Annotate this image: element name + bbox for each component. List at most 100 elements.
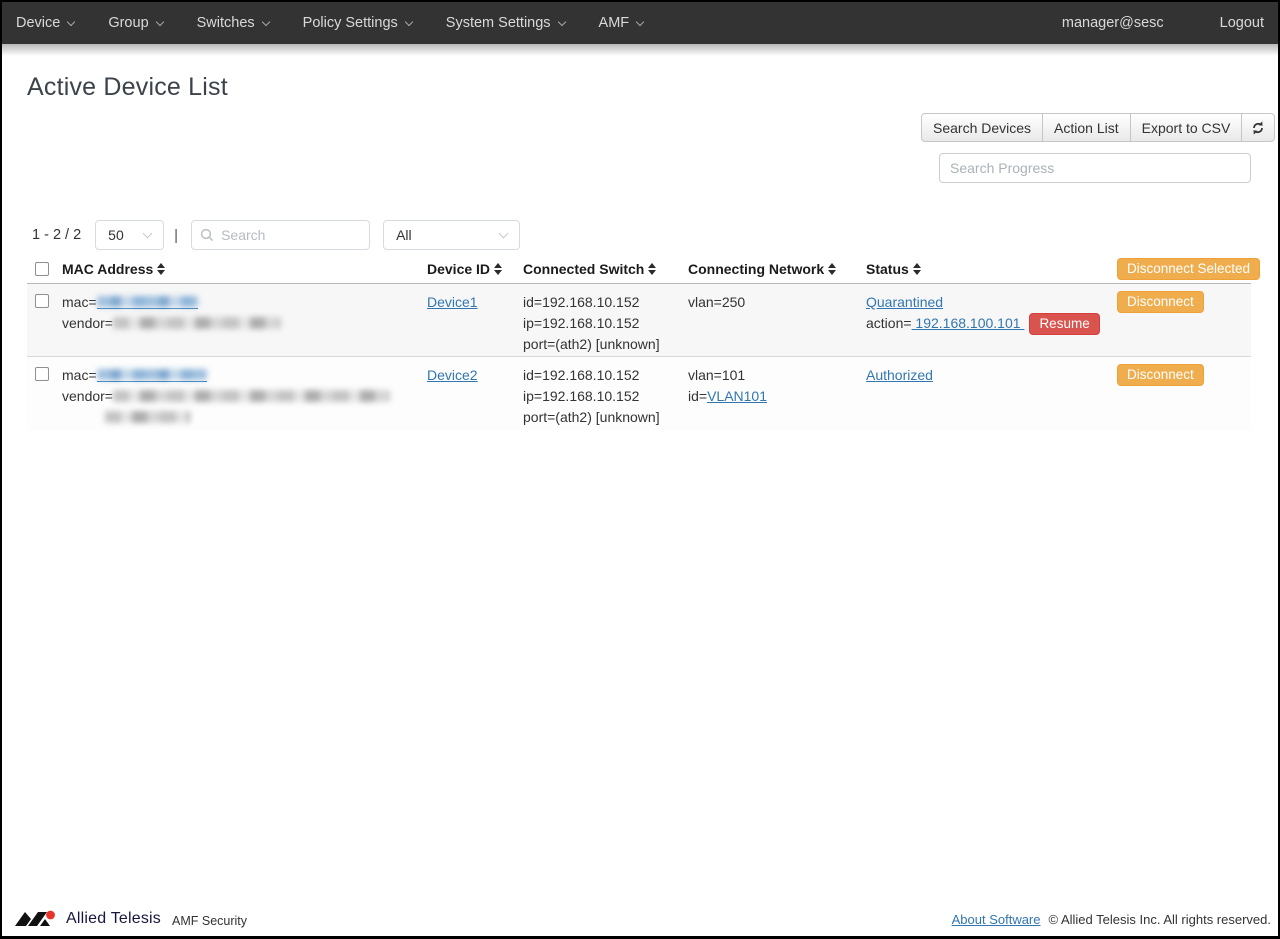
nav-item-label: System Settings — [446, 15, 551, 31]
about-software-link[interactable]: About Software — [952, 912, 1041, 927]
search-progress-input[interactable] — [939, 153, 1251, 183]
col-label: MAC Address — [62, 261, 153, 277]
nav-item-device[interactable]: Device — [16, 15, 74, 31]
nav-item-group[interactable]: Group — [108, 15, 162, 31]
device-link[interactable]: Device2 — [427, 367, 478, 383]
list-controls: 1 - 2 / 2 50 | All — [27, 220, 1251, 250]
col-header-connected-switch[interactable]: Connected Switch — [523, 261, 688, 277]
page-footer: Allied Telesis AMF Security About Softwa… — [2, 904, 1278, 936]
device-link[interactable]: Device1 — [427, 294, 478, 310]
copyright-text: © Allied Telesis Inc. All rights reserve… — [1049, 912, 1272, 927]
page-size-value: 50 — [108, 227, 124, 243]
status-filter-value: All — [396, 227, 412, 243]
export-to-csv-button[interactable]: Export to CSV — [1130, 113, 1243, 142]
device-id-cell: Device2 — [427, 357, 523, 386]
pagination-range: 1 - 2 / 2 — [32, 227, 81, 243]
network-vlan: vlan=250 — [688, 292, 866, 313]
top-navbar: Device Group Switches Policy Settings Sy… — [2, 2, 1278, 44]
col-header-device-id[interactable]: Device ID — [427, 261, 523, 277]
refresh-icon — [1250, 120, 1266, 136]
col-label: Connecting Network — [688, 261, 824, 277]
search-progress-wrap — [921, 153, 1251, 183]
mac-address-cell: mac= vendor= — [62, 284, 427, 334]
table-row: mac= vendor= Device1 id=192.168.10.152 i… — [27, 284, 1251, 357]
chevron-down-icon — [499, 229, 509, 239]
search-icon — [200, 228, 214, 242]
col-header-connecting-network[interactable]: Connecting Network — [688, 261, 866, 277]
connected-switch-cell: id=192.168.10.152 ip=192.168.10.152 port… — [523, 284, 688, 355]
device-id-cell: Device1 — [427, 284, 523, 313]
user-account[interactable]: manager@sesc — [1062, 15, 1164, 31]
active-device-table: MAC Address Device ID Connected Switch C… — [27, 255, 1251, 430]
network-vlan: vlan=101 — [688, 365, 866, 386]
status-filter-select[interactable]: All — [383, 220, 520, 250]
chevron-down-icon — [557, 17, 565, 25]
toolbar: Search Devices Action List Export to CSV — [921, 113, 1251, 183]
toolbar-button-group: Search Devices Action List Export to CSV — [921, 113, 1275, 142]
mac-label: mac= — [62, 294, 97, 310]
mac-label: mac= — [62, 367, 97, 383]
mac-value-redacted-link[interactable] — [97, 369, 207, 382]
resume-button[interactable]: Resume — [1029, 313, 1099, 335]
vendor-value-redacted — [105, 411, 190, 423]
controls-separator: | — [174, 227, 178, 244]
vendor-label: vendor= — [62, 315, 113, 331]
nav-item-label: Switches — [197, 15, 255, 31]
vlan-link[interactable]: VLAN101 — [707, 388, 767, 404]
footer-brand: Allied Telesis AMF Security — [14, 909, 247, 929]
refresh-button[interactable] — [1241, 113, 1275, 142]
page-title: Active Device List — [27, 73, 1251, 102]
logout-link[interactable]: Logout — [1220, 15, 1264, 31]
select-all-checkbox[interactable] — [35, 262, 49, 276]
nav-menu: Device Group Switches Policy Settings Sy… — [16, 15, 677, 31]
chevron-down-icon — [155, 17, 163, 25]
chevron-down-icon — [636, 17, 644, 25]
nav-item-amf[interactable]: AMF — [599, 15, 644, 31]
action-label: action= — [866, 315, 912, 331]
sort-icon — [157, 263, 165, 275]
mac-address-cell: mac= vendor= — [62, 357, 427, 428]
switch-port: port=(ath2) [unknown] — [523, 407, 688, 428]
page-size-select[interactable]: 50 — [95, 220, 164, 250]
nav-item-system-settings[interactable]: System Settings — [446, 15, 565, 31]
chevron-down-icon — [261, 17, 269, 25]
nav-item-policy-settings[interactable]: Policy Settings — [303, 15, 412, 31]
connected-switch-cell: id=192.168.10.152 ip=192.168.10.152 port… — [523, 357, 688, 428]
product-name: AMF Security — [172, 914, 247, 928]
status-link[interactable]: Authorized — [866, 367, 933, 383]
col-label: Device ID — [427, 261, 490, 277]
action-ip-link[interactable]: 192.168.100.101 — [912, 315, 1025, 331]
network-id-label: id= — [688, 388, 707, 404]
vendor-value-redacted — [113, 390, 390, 402]
nav-item-label: AMF — [599, 15, 630, 31]
status-link[interactable]: Quarantined — [866, 294, 943, 310]
vendor-value-redacted — [113, 317, 281, 329]
col-label: Status — [866, 261, 909, 277]
navbar-shadow — [2, 44, 1278, 56]
sort-icon — [648, 263, 656, 275]
mac-value-redacted-link[interactable] — [97, 296, 198, 309]
table-search-input[interactable] — [221, 227, 361, 243]
main-content: Active Device List Search Devices Action… — [2, 56, 1278, 904]
col-header-mac-address[interactable]: MAC Address — [62, 261, 427, 277]
nav-item-switches[interactable]: Switches — [197, 15, 269, 31]
sort-icon — [828, 263, 836, 275]
disconnect-button[interactable]: Disconnect — [1117, 291, 1204, 313]
chevron-down-icon — [405, 17, 413, 25]
table-search-box — [191, 220, 370, 250]
row-checkbox[interactable] — [35, 367, 49, 381]
footer-links: About Software © Allied Telesis Inc. All… — [952, 912, 1271, 927]
disconnect-selected-button[interactable]: Disconnect Selected — [1117, 258, 1260, 280]
switch-id: id=192.168.10.152 — [523, 365, 688, 386]
chevron-down-icon — [143, 229, 153, 239]
col-header-status[interactable]: Status — [866, 261, 1112, 277]
search-devices-button[interactable]: Search Devices — [921, 113, 1043, 142]
nav-account-area: manager@sesc Logout — [1062, 15, 1264, 31]
status-cell: Quarantined action= 192.168.100.101 Resu… — [866, 284, 1112, 335]
action-list-button[interactable]: Action List — [1042, 113, 1131, 142]
disconnect-button[interactable]: Disconnect — [1117, 364, 1204, 386]
vendor-label: vendor= — [62, 388, 113, 404]
table-header-row: MAC Address Device ID Connected Switch C… — [27, 255, 1251, 284]
sort-icon — [494, 263, 502, 275]
row-checkbox[interactable] — [35, 294, 49, 308]
